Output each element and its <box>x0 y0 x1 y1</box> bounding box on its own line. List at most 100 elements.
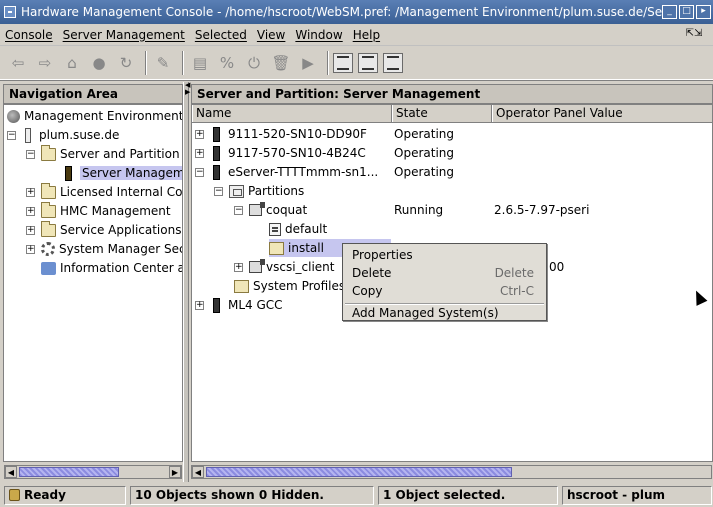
server-icon <box>213 126 220 142</box>
expand-icon[interactable]: + <box>26 225 35 235</box>
tree-item-service-applications[interactable]: + Service Applications <box>26 220 182 239</box>
collapse-icon[interactable]: − <box>214 186 223 196</box>
refresh-icon[interactable]: ↻ <box>114 51 138 75</box>
row-state: Operating <box>394 146 454 160</box>
tree-label: Server Managem <box>80 166 182 180</box>
table-row[interactable]: − eServer-TTTTmmm-sn1... <box>195 163 378 181</box>
status-selected: 1 Object selected. <box>378 485 558 505</box>
row-name: eServer-TTTTmmm-sn1... <box>228 165 379 179</box>
menu-window[interactable]: Window <box>290 28 347 42</box>
expand-icon[interactable]: + <box>195 300 204 310</box>
scroll-right-icon[interactable]: ▶ <box>169 466 181 478</box>
maximize-button[interactable]: □ <box>679 5 694 19</box>
tree-label: Service Applications <box>60 223 182 237</box>
menu-help[interactable]: Help <box>348 28 385 42</box>
tree-label: Management Environment <box>24 109 183 123</box>
menu-console[interactable]: Console <box>0 28 58 42</box>
column-header-operator-panel[interactable]: Operator Panel Value <box>492 105 712 122</box>
tree-label: plum.suse.de <box>39 128 120 142</box>
expand-icon[interactable]: + <box>195 148 204 158</box>
gear-icon <box>41 242 55 256</box>
table-row[interactable]: − Partitions <box>214 182 304 200</box>
info-center-icon <box>41 261 56 275</box>
table-row[interactable]: default <box>269 220 327 238</box>
navigation-tree: Management Environment − plum.suse.de − … <box>3 104 183 462</box>
row-name: install <box>288 241 324 255</box>
tree-view-icon[interactable] <box>383 52 403 73</box>
partitions-icon <box>229 184 244 198</box>
menu-server-management[interactable]: Server Management <box>58 28 190 42</box>
expand-icon[interactable]: + <box>26 244 35 254</box>
row-state: Operating <box>394 127 454 141</box>
up-folder-icon[interactable]: ⌂ <box>60 51 84 75</box>
large-icons-view-icon[interactable] <box>333 52 353 73</box>
scrollbar-thumb[interactable] <box>206 467 512 477</box>
menu-item-label: Copy <box>352 284 383 298</box>
close-button[interactable]: ▸ <box>696 5 711 19</box>
splitter-collapse-icon[interactable]: ◀ ▶ <box>185 82 190 96</box>
column-header-state[interactable]: State <box>392 105 492 122</box>
detach-icon[interactable]: ⇱⇲ <box>679 28 709 42</box>
partition-icon <box>249 202 265 216</box>
tree-item-hmc-management[interactable]: + HMC Management <box>26 201 171 220</box>
delete-icon[interactable]: 🗑 <box>269 51 293 75</box>
row-state: Running <box>394 203 444 217</box>
tree-label: Server and Partition <box>60 147 180 161</box>
toolbar-separator <box>145 50 147 75</box>
content-header: Server and Partition: Server Management <box>191 84 713 104</box>
title-bar: Hardware Management Console - /home/hscr… <box>0 0 713 24</box>
tree-item-management-environment[interactable]: Management Environment <box>7 107 183 125</box>
expand-icon[interactable]: + <box>26 206 35 216</box>
run-icon[interactable]: ▶ <box>296 51 320 75</box>
percent-icon[interactable]: % <box>215 51 239 75</box>
table-row[interactable]: System Profiles <box>234 277 345 295</box>
scroll-left-icon[interactable]: ◀ <box>5 466 17 478</box>
context-menu-delete[interactable]: Delete Delete <box>343 264 546 282</box>
menu-view[interactable]: View <box>252 28 290 42</box>
find-icon[interactable]: ✎ <box>151 51 175 75</box>
menu-selected[interactable]: Selected <box>190 28 252 42</box>
expand-icon[interactable]: + <box>26 187 35 197</box>
window-title: Hardware Management Console - /home/hscr… <box>21 5 662 19</box>
table-row[interactable]: + vscsi_client <box>234 258 335 276</box>
stop-icon[interactable]: ● <box>87 51 111 75</box>
table-horizontal-scrollbar[interactable]: ◀ <box>191 465 712 479</box>
server-icon <box>213 164 220 180</box>
minimize-button[interactable]: _ <box>662 5 677 19</box>
row-operator-panel: 2.6.5-7.97-pseri <box>494 203 590 217</box>
tree-item-system-manager-security[interactable]: + System Manager Sec <box>26 240 182 258</box>
collapse-icon[interactable]: − <box>26 149 35 159</box>
nav-horizontal-scrollbar[interactable]: ◀ ▶ <box>4 465 182 479</box>
tree-item-plum[interactable]: − plum.suse.de <box>7 126 119 144</box>
tree-item-server-and-partition[interactable]: − Server and Partition <box>26 144 180 163</box>
table-row[interactable]: − coquat <box>234 201 307 219</box>
collapse-icon[interactable]: − <box>7 130 16 140</box>
context-menu-copy[interactable]: Copy Ctrl-C <box>343 282 546 300</box>
server-icon <box>25 127 31 143</box>
properties-icon[interactable]: ▤ <box>188 51 212 75</box>
collapse-icon[interactable]: − <box>195 167 204 177</box>
pane-splitter[interactable]: ◀ ▶ <box>183 82 190 482</box>
back-icon[interactable]: ⇦ <box>6 51 30 75</box>
details-view-icon[interactable] <box>358 52 378 73</box>
collapse-icon[interactable]: − <box>234 205 243 215</box>
scroll-left-icon[interactable]: ◀ <box>192 466 204 478</box>
power-icon[interactable]: ⏻ <box>242 51 266 75</box>
forward-icon[interactable]: ⇨ <box>33 51 57 75</box>
context-menu-properties[interactable]: Properties <box>343 246 546 264</box>
tree-item-licensed-internal-code[interactable]: + Licensed Internal Co <box>26 182 182 201</box>
tree-item-information-center[interactable]: Information Center a <box>41 259 182 277</box>
table-row[interactable]: + ML4 GCC <box>195 296 283 314</box>
scrollbar-thumb[interactable] <box>19 467 119 477</box>
navigation-area-header: Navigation Area <box>3 84 183 104</box>
table-row[interactable]: + 9117-570-SN10-4B24C <box>195 144 366 162</box>
row-name: 9117-570-SN10-4B24C <box>228 146 366 160</box>
tree-item-server-management[interactable]: Server Managem <box>62 164 182 182</box>
column-header-name[interactable]: Name <box>192 105 392 122</box>
expand-icon[interactable]: + <box>234 262 243 272</box>
expand-icon[interactable]: + <box>195 129 204 139</box>
window-menu-icon[interactable] <box>4 6 16 18</box>
context-menu-add-managed-system[interactable]: Add Managed System(s) <box>343 304 546 322</box>
server-icon <box>65 165 72 181</box>
table-row[interactable]: + 9111-520-SN10-DD90F <box>195 125 367 143</box>
